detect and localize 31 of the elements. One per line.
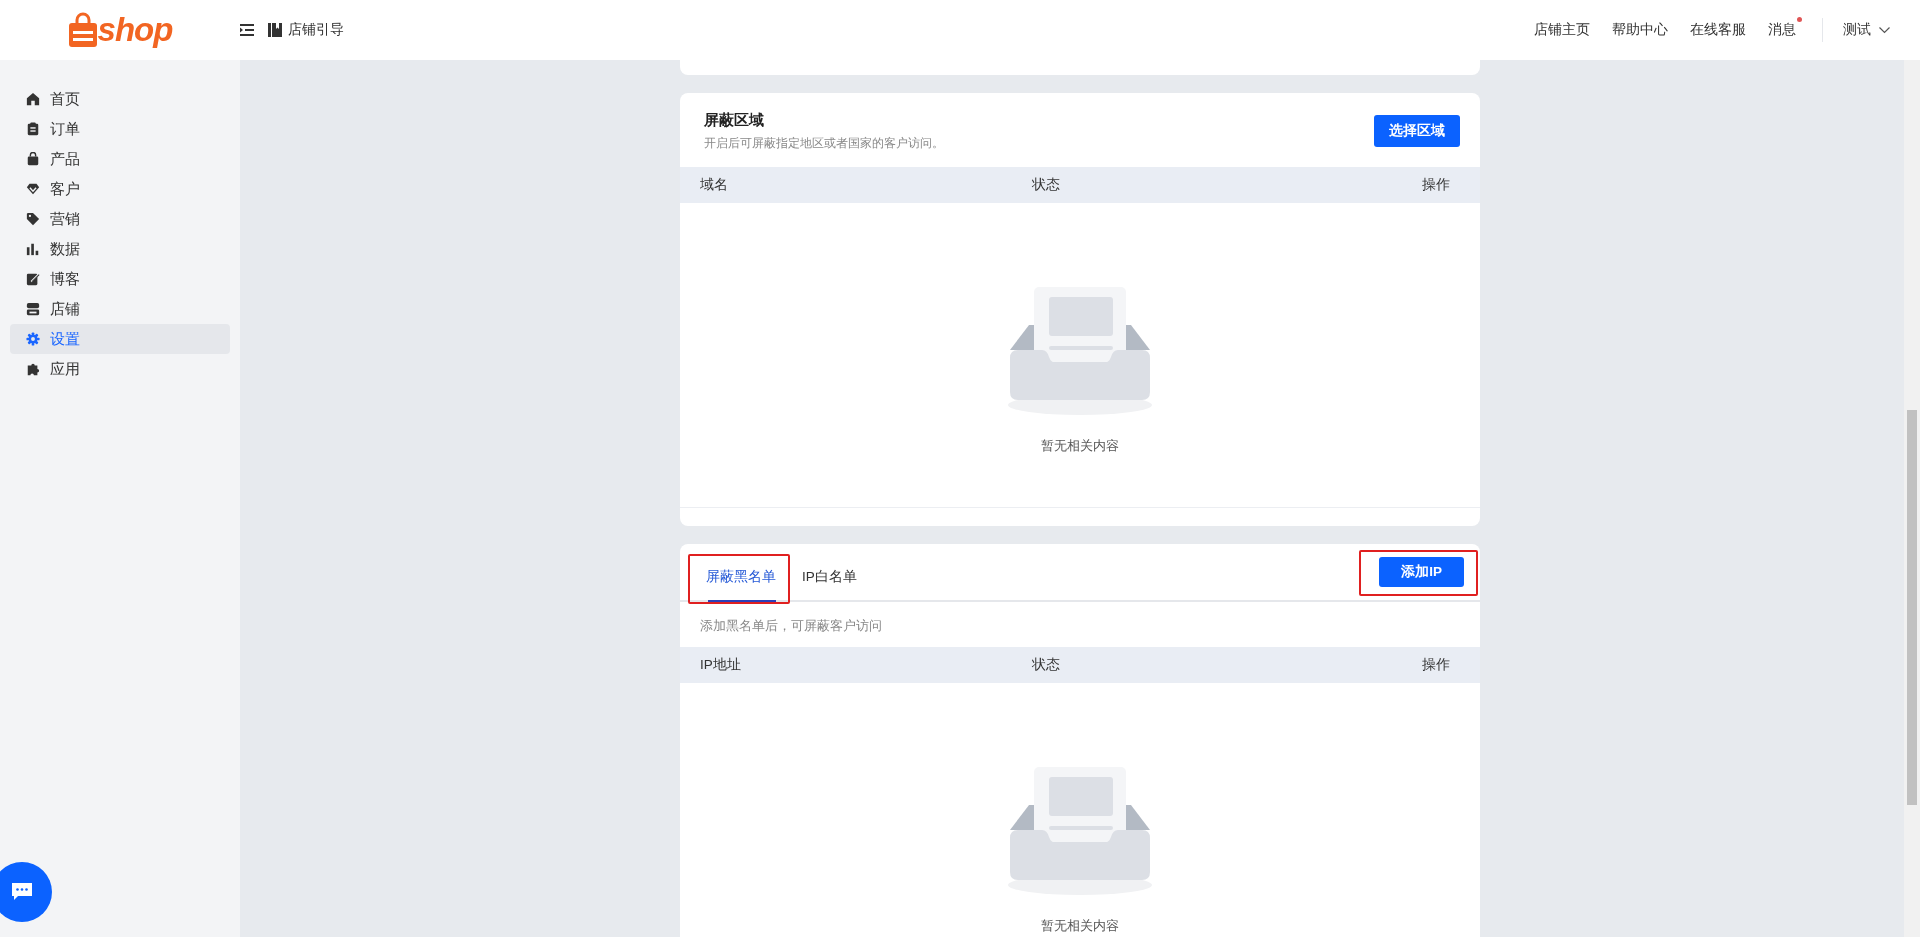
column-header: IP地址	[700, 656, 742, 674]
empty-message: 暂无相关内容	[1041, 437, 1119, 455]
header-link[interactable]: 消息	[1768, 17, 1802, 39]
sidebar-item[interactable]: 客户	[10, 174, 230, 204]
empty-message: 暂无相关内容	[1041, 917, 1119, 935]
header-link[interactable]: 在线客服	[1690, 21, 1746, 39]
sidebar-item[interactable]: 应用	[10, 354, 230, 384]
column-header: 状态	[1032, 176, 1061, 194]
column-header: 状态	[1032, 656, 1061, 674]
card-title: 屏蔽区域	[704, 111, 765, 130]
card-description: 开启后可屏蔽指定地区或者国家的客户访问。	[704, 136, 944, 151]
sidebar-item[interactable]: 产品	[10, 144, 230, 174]
store-guide-link[interactable]: 店铺引导	[288, 21, 344, 39]
user-menu[interactable]: 测试	[1843, 21, 1871, 39]
column-header: 操作	[1422, 176, 1450, 194]
column-header: 域名	[700, 176, 729, 194]
sidebar-item[interactable]: 数据	[10, 234, 230, 264]
sidebar-item[interactable]: 店铺	[10, 294, 230, 324]
add-ip-button[interactable]: 添加IP	[1379, 557, 1464, 587]
header-link[interactable]: 店铺主页	[1534, 21, 1590, 39]
sidebar-item[interactable]: 博客	[10, 264, 230, 294]
header-link[interactable]: 帮助中心	[1612, 21, 1668, 39]
select-region-button[interactable]: 选择区域	[1374, 115, 1460, 147]
sidebar-item[interactable]: 首页	[10, 84, 230, 114]
tab[interactable]: 屏蔽黑名单	[706, 568, 776, 600]
sidebar-item[interactable]: 订单	[10, 114, 230, 144]
sidebar-item[interactable]: 营销	[10, 204, 230, 234]
sidebar-item[interactable]: 设置	[10, 324, 230, 354]
column-header: 操作	[1422, 656, 1450, 674]
hint-text: 添加黑名单后，可屏蔽客户访问	[699, 618, 883, 635]
tab[interactable]: IP白名单	[802, 568, 857, 600]
